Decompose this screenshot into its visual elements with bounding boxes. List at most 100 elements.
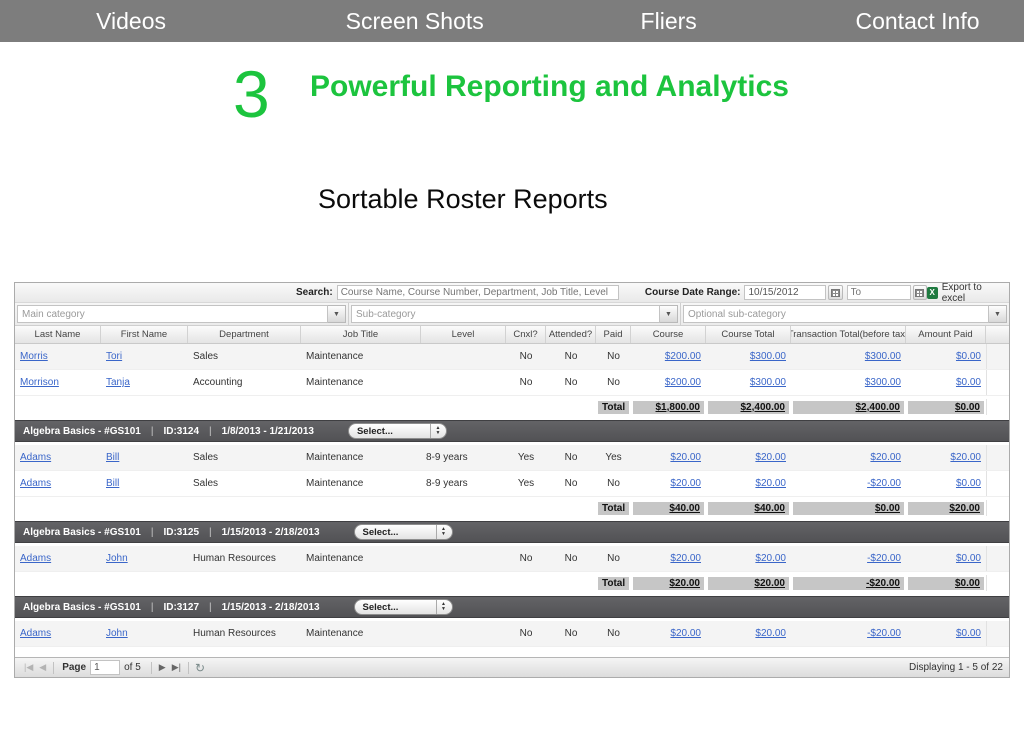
nav-item-fliers[interactable]: Fliers — [641, 0, 697, 42]
cell: Sales — [188, 452, 301, 463]
cell-link[interactable]: $20.00 — [631, 452, 706, 463]
group-dates: 1/15/2013 - 2/18/2013 — [222, 527, 320, 538]
chevron-down-icon[interactable]: ▼ — [989, 305, 1007, 323]
column-header[interactable]: Attended? — [546, 326, 596, 343]
cell-link[interactable]: $20.00 — [631, 628, 706, 639]
cell-link[interactable]: $0.00 — [906, 553, 986, 564]
roster-report-app: Search: Course Date Range: X Export to e… — [14, 282, 1010, 678]
row-filler — [986, 621, 1009, 646]
chevron-down-icon[interactable]: ▼ — [328, 305, 346, 323]
date-to-calendar-button[interactable] — [913, 285, 927, 300]
main-category-combo[interactable]: Main category ▼ — [15, 303, 349, 325]
cell: No — [596, 377, 631, 388]
export-to-excel-button[interactable]: X Export to excel — [927, 282, 1003, 304]
stepper-arrows-icon: ▲▼ — [430, 424, 445, 438]
cell-link[interactable]: Tori — [101, 351, 188, 362]
search-input[interactable] — [337, 285, 619, 300]
optional-sub-category-value: Optional sub-category — [683, 305, 989, 323]
group-header-bar: Algebra Basics - #GS101|ID:3125|1/15/201… — [15, 521, 1009, 543]
cell-link[interactable]: Bill — [101, 478, 188, 489]
cell-link[interactable]: $20.00 — [706, 628, 791, 639]
group-select-dropdown[interactable]: Select...▲▼ — [348, 423, 447, 439]
column-header[interactable]: First Name — [101, 326, 188, 343]
previous-page-icon[interactable]: ◀ — [39, 662, 46, 673]
group-course-title: Algebra Basics - #GS101 — [23, 527, 141, 538]
column-header[interactable]: Transaction Total(before tax) — [791, 326, 906, 343]
column-header[interactable]: Department — [188, 326, 301, 343]
cell-link[interactable]: Morrison — [15, 377, 101, 388]
sub-category-combo[interactable]: Sub-category ▼ — [349, 303, 681, 325]
cell-link[interactable]: Tanja — [101, 377, 188, 388]
cell-link[interactable]: $300.00 — [706, 377, 791, 388]
optional-sub-category-combo[interactable]: Optional sub-category ▼ — [681, 303, 1009, 325]
date-to-input[interactable] — [847, 285, 911, 300]
group-select-dropdown[interactable]: Select...▲▼ — [354, 599, 453, 615]
total-value: $0.00 — [908, 401, 984, 414]
cell: No — [546, 351, 596, 362]
column-header[interactable]: Job Title — [301, 326, 421, 343]
refresh-icon[interactable]: ↻ — [195, 661, 205, 675]
column-header[interactable]: Amount Paid — [906, 326, 986, 343]
cell-link[interactable]: Adams — [15, 628, 101, 639]
category-filter-toolbar: Main category ▼ Sub-category ▼ Optional … — [15, 303, 1009, 326]
search-toolbar: Search: Course Date Range: X Export to e… — [15, 283, 1009, 303]
cell-link[interactable]: John — [101, 553, 188, 564]
stepper-arrows-icon: ▲▼ — [436, 600, 451, 614]
chevron-down-icon[interactable]: ▼ — [660, 305, 678, 323]
divider — [151, 662, 152, 674]
cell-link[interactable]: John — [101, 628, 188, 639]
page-number-input[interactable] — [90, 660, 120, 675]
cell-link[interactable]: $0.00 — [906, 377, 986, 388]
cell-link[interactable]: $20.00 — [631, 553, 706, 564]
column-header[interactable]: Cnxl? — [506, 326, 546, 343]
pagination-bar: |◀ ◀ Page of 5 ▶ ▶| ↻ Displaying 1 - 5 o… — [15, 657, 1009, 677]
table-row: AdamsJohnHuman ResourcesMaintenanceNoNoN… — [15, 546, 1009, 572]
column-header[interactable]: Last Name — [15, 326, 101, 343]
first-page-icon[interactable]: |◀ — [24, 662, 33, 673]
cell-link[interactable]: $300.00 — [706, 351, 791, 362]
last-page-icon[interactable]: ▶| — [172, 662, 181, 673]
column-header[interactable]: Paid — [596, 326, 631, 343]
cell: No — [596, 351, 631, 362]
cell-link[interactable]: $300.00 — [791, 351, 906, 362]
next-page-icon[interactable]: ▶ — [159, 662, 166, 673]
cell-link[interactable]: $20.00 — [631, 478, 706, 489]
cell-link[interactable]: $200.00 — [631, 351, 706, 362]
cell-link[interactable]: -$20.00 — [791, 478, 906, 489]
cell-link[interactable]: $0.00 — [906, 628, 986, 639]
cell-link[interactable]: Adams — [15, 452, 101, 463]
cell-link[interactable]: $200.00 — [631, 377, 706, 388]
nav-item-contact-info[interactable]: Contact Info — [855, 0, 979, 42]
total-value: $40.00 — [708, 502, 789, 515]
cell: No — [506, 553, 546, 564]
cell: Yes — [506, 452, 546, 463]
group-select-dropdown[interactable]: Select...▲▼ — [354, 524, 453, 540]
cell-link[interactable]: Bill — [101, 452, 188, 463]
page-label: Page — [62, 662, 86, 673]
select-label: Select... — [355, 602, 436, 613]
column-header[interactable]: Course Total — [706, 326, 791, 343]
cell-link[interactable]: $20.00 — [706, 553, 791, 564]
cell-link[interactable]: $300.00 — [791, 377, 906, 388]
stepper-arrows-icon: ▲▼ — [436, 525, 451, 539]
cell-link[interactable]: Adams — [15, 553, 101, 564]
nav-item-videos[interactable]: Videos — [96, 0, 166, 42]
group-dates: 1/8/2013 - 1/21/2013 — [222, 426, 314, 437]
cell-link[interactable]: -$20.00 — [791, 553, 906, 564]
date-from-input[interactable] — [744, 285, 826, 300]
cell-link[interactable]: $0.00 — [906, 478, 986, 489]
total-value: $40.00 — [633, 502, 704, 515]
date-from-calendar-button[interactable] — [828, 285, 842, 300]
cell-link[interactable]: -$20.00 — [791, 628, 906, 639]
column-header[interactable]: Course — [631, 326, 706, 343]
cell-link[interactable]: Adams — [15, 478, 101, 489]
cell-link[interactable]: Morris — [15, 351, 101, 362]
cell-link[interactable]: $0.00 — [906, 351, 986, 362]
cell-link[interactable]: $20.00 — [706, 478, 791, 489]
cell-link[interactable]: $20.00 — [706, 452, 791, 463]
cell-link[interactable]: $20.00 — [791, 452, 906, 463]
column-header[interactable]: Level — [421, 326, 506, 343]
cell: No — [596, 628, 631, 639]
nav-item-screen-shots[interactable]: Screen Shots — [346, 0, 484, 42]
cell-link[interactable]: $20.00 — [906, 452, 986, 463]
